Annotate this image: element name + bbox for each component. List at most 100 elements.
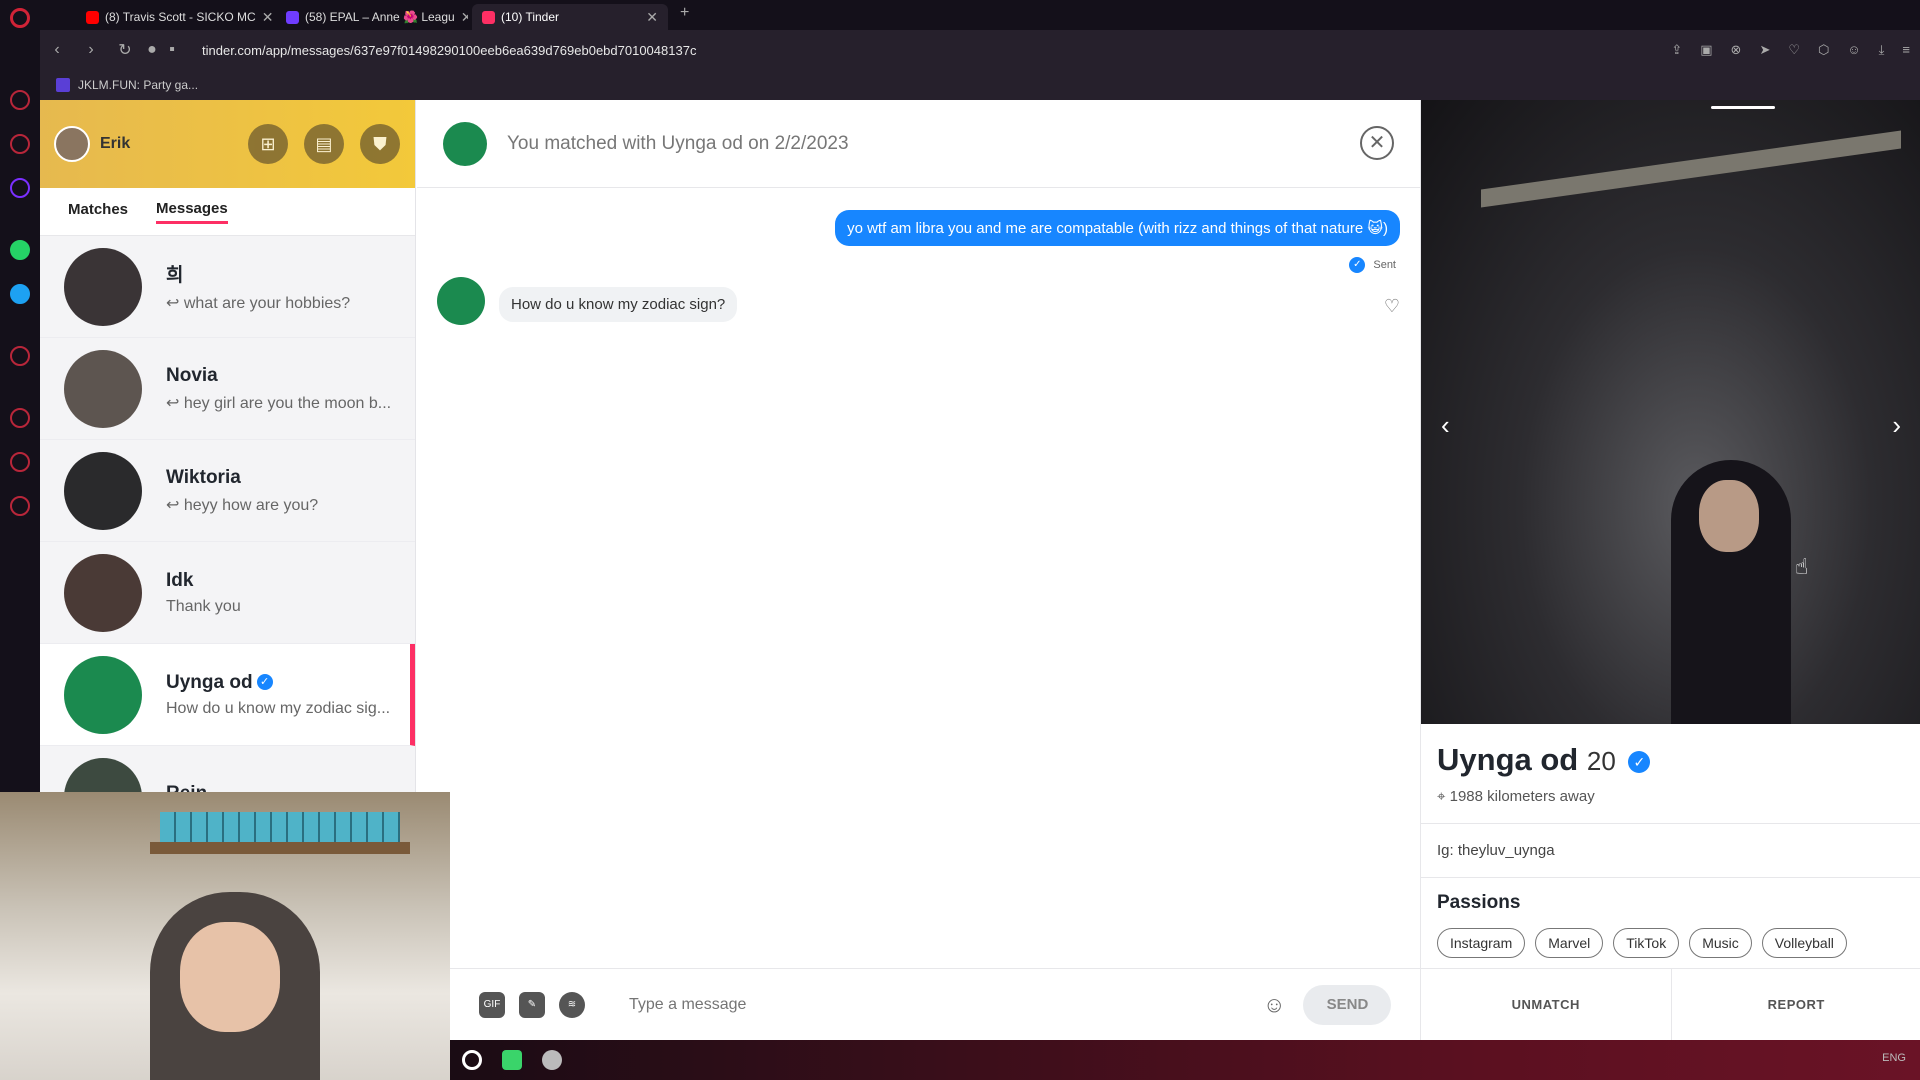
composer: GIF ✎ ≋ ☺ SEND xyxy=(417,968,1420,1040)
cube-icon[interactable]: ⬡ xyxy=(1818,42,1829,58)
tab-bar: (8) Travis Scott - SICKO MC ✕ (58) EPAL … xyxy=(0,0,1920,30)
download-icon[interactable]: ⤓ xyxy=(1879,42,1885,58)
twitter-icon[interactable] xyxy=(10,284,30,304)
avatar xyxy=(64,553,142,632)
photo-indicator xyxy=(1711,106,1775,109)
bookmarks-bar: JKLM.FUN: Party ga... xyxy=(40,70,1920,100)
verified-icon: ✓ xyxy=(256,674,273,691)
profile-photo[interactable]: ‹ › ☝ xyxy=(1421,100,1920,724)
message-incoming[interactable]: How do u know my zodiac sign? xyxy=(499,287,738,322)
close-tab-icon[interactable]: ✕ xyxy=(262,9,272,26)
profile-icon[interactable]: ☺ xyxy=(1847,42,1860,58)
sticker-icon[interactable]: ✎ xyxy=(519,991,545,1018)
list-item[interactable]: Idk Thank you xyxy=(40,542,415,644)
tray-language[interactable]: ENG xyxy=(1882,1052,1906,1064)
chevron-left-icon[interactable]: ‹ xyxy=(1441,410,1450,441)
explore-icon[interactable]: ⊞ xyxy=(248,124,288,164)
avatar xyxy=(64,655,142,734)
new-tab-icon[interactable]: + xyxy=(680,4,689,22)
webcam-overlay xyxy=(0,792,450,1080)
sidebar-tabs: Matches Messages xyxy=(40,188,415,236)
heart-icon[interactable]: ♡ xyxy=(1788,42,1800,58)
profile-distance: ⌖ 1988 kilometers away xyxy=(1437,788,1595,805)
report-button[interactable]: REPORT xyxy=(1670,969,1920,1040)
message-input[interactable] xyxy=(629,995,1249,1014)
tab-youtube[interactable]: (8) Travis Scott - SICKO MC ✕ xyxy=(76,4,272,30)
search-icon[interactable] xyxy=(462,1050,482,1070)
profile-actions: UNMATCH REPORT xyxy=(1421,968,1920,1040)
camera-icon[interactable]: ▣ xyxy=(1700,42,1712,58)
player-icon[interactable] xyxy=(10,346,30,366)
profile-name: Uynga od 20 ✓ xyxy=(1437,742,1920,778)
menu-icon[interactable]: ≡ xyxy=(1902,42,1910,58)
spotify-icon[interactable]: ≋ xyxy=(559,991,585,1018)
chevron-right-icon[interactable]: › xyxy=(1892,410,1901,441)
url-field[interactable]: tinder.com/app/messages/637e97f014982901… xyxy=(202,43,696,58)
bookmark-jklm[interactable]: JKLM.FUN: Party ga... xyxy=(78,78,198,92)
location-pin-icon: ⌖ xyxy=(1437,788,1446,805)
verified-icon: ✓ xyxy=(1628,750,1651,773)
whatsapp-icon[interactable] xyxy=(10,240,30,260)
tab-tinder[interactable]: (10) Tinder ✕ xyxy=(472,4,668,30)
address-bar: ‹ › ↻ ● ▪ tinder.com/app/messages/637e97… xyxy=(40,30,1920,70)
send-icon[interactable]: ➤ xyxy=(1759,42,1770,58)
emoji-icon[interactable]: ☺ xyxy=(1263,992,1285,1018)
adblock-icon[interactable]: ⊗ xyxy=(1731,42,1742,58)
tab-epal[interactable]: (58) EPAL – Anne 🌺 Leagu ✕ xyxy=(276,4,468,30)
history-icon[interactable] xyxy=(10,408,30,428)
user-name[interactable]: Erik xyxy=(100,135,130,153)
send-button[interactable]: SEND xyxy=(1303,984,1392,1025)
location-pin-icon[interactable]: ● xyxy=(142,41,162,59)
passion-chips: Instagram Marvel TikTok Music Volleyball xyxy=(1421,914,1920,972)
jklm-icon xyxy=(56,78,70,92)
close-icon[interactable]: ✕ xyxy=(1360,126,1394,160)
tab-messages[interactable]: Messages xyxy=(156,200,228,224)
app-icon[interactable] xyxy=(502,1050,522,1070)
aria-icon[interactable] xyxy=(10,90,30,110)
avatar[interactable] xyxy=(54,126,90,162)
back-icon[interactable]: ‹ xyxy=(40,41,74,59)
avatar xyxy=(64,349,142,428)
passion-chip: Music xyxy=(1689,928,1752,958)
passion-chip: TikTok xyxy=(1613,928,1680,958)
chat-header: You matched with Uynga od on 2/2/2023 ✕ xyxy=(417,100,1420,188)
briefcase-icon[interactable]: ▤ xyxy=(304,124,344,164)
tab-matches[interactable]: Matches xyxy=(68,201,128,222)
extensions-icon[interactable] xyxy=(10,452,30,472)
list-item-selected[interactable]: Uynga od ✓ How do u know my zodiac sig... xyxy=(40,644,415,746)
close-tab-icon[interactable]: ✕ xyxy=(461,9,468,26)
profile-bio: Ig: theyluv_uynga xyxy=(1437,842,1555,859)
toolbar-icons: ⇪ ▣ ⊗ ➤ ♡ ⬡ ☺ ⤓ ≡ xyxy=(1671,42,1910,58)
passion-chip: Volleyball xyxy=(1761,928,1847,958)
close-tab-icon[interactable]: ✕ xyxy=(646,9,658,26)
match-date-text: You matched with Uynga od on 2/2/2023 xyxy=(507,132,849,154)
reload-icon[interactable]: ↻ xyxy=(108,40,142,60)
share-icon[interactable]: ⇪ xyxy=(1671,42,1682,58)
epal-icon xyxy=(286,10,299,24)
opera-logo-icon[interactable] xyxy=(10,8,30,28)
lock-icon: ▪ xyxy=(169,41,175,58)
passions-title: Passions xyxy=(1437,892,1521,913)
shopping-icon[interactable] xyxy=(10,134,30,154)
app-icon[interactable] xyxy=(542,1050,562,1070)
hand-cursor-icon: ☝ xyxy=(1795,554,1809,579)
passion-chip: Instagram xyxy=(1437,928,1526,958)
list-item[interactable]: Novia ↩ hey girl are you the moon b... xyxy=(40,338,415,440)
chat-panel: You matched with Uynga od on 2/2/2023 ✕ … xyxy=(417,100,1420,1040)
taskbar: ENG xyxy=(450,1040,1920,1080)
list-item[interactable]: 희 ↩ what are your hobbies? xyxy=(40,236,415,338)
forward-icon[interactable]: › xyxy=(74,41,108,59)
message-outgoing[interactable]: yo wtf am libra you and me are compatabl… xyxy=(835,210,1400,246)
avatar xyxy=(64,451,142,530)
avatar[interactable] xyxy=(437,277,485,325)
sidebar-header: Erik ⊞ ▤ ⛊ xyxy=(40,100,415,188)
avatar[interactable] xyxy=(443,121,487,166)
profile-panel: ‹ › ☝ Uynga od 20 ✓ ⌖ 1988 kilometers aw… xyxy=(1420,100,1920,1040)
twitch-icon[interactable] xyxy=(10,178,30,198)
gif-button[interactable]: GIF xyxy=(479,991,505,1018)
like-heart-icon[interactable]: ♡ xyxy=(1384,296,1400,317)
list-item[interactable]: Wiktoria ↩ heyy how are you? xyxy=(40,440,415,542)
shield-icon[interactable]: ⛊ xyxy=(360,124,400,164)
settings-gear-icon[interactable] xyxy=(10,496,30,516)
unmatch-button[interactable]: UNMATCH xyxy=(1421,969,1671,1040)
